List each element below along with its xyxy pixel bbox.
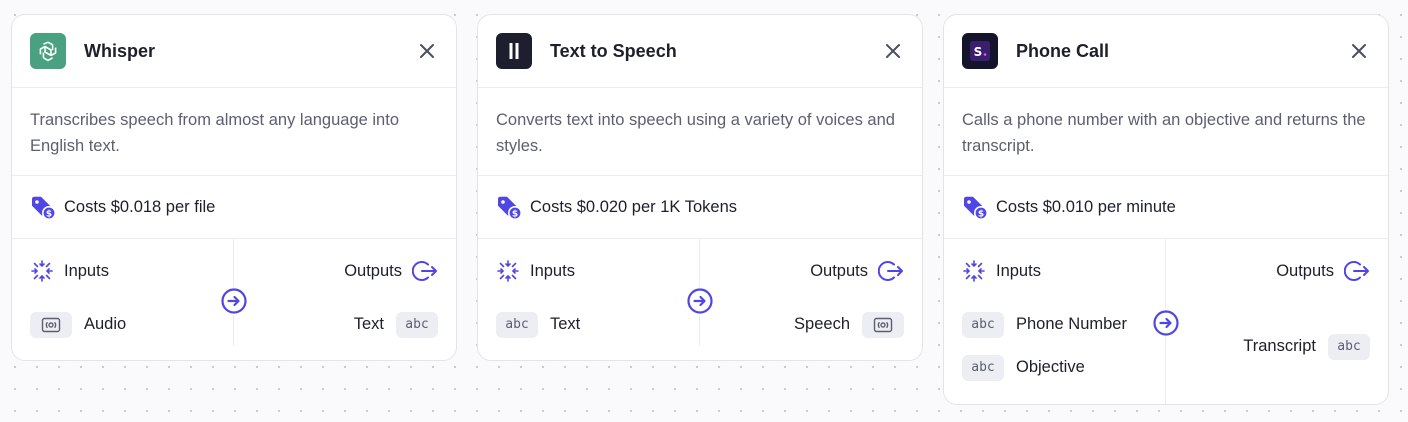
phone-app-logo-icon: S [962,33,998,69]
outputs-icon [878,261,903,281]
inputs-label: Inputs [530,261,575,280]
inputs-label: Inputs [64,261,109,280]
output-label: Text [353,315,384,333]
node-description: Transcribes speech from almost any langu… [12,88,456,176]
outputs-header: Outputs [810,239,904,303]
outputs-label: Outputs [1276,261,1334,280]
output-label: Speech [794,315,850,333]
outputs-icon [412,261,437,281]
text-type-chip: abc [962,311,1004,338]
node-card-whisper[interactable]: Whisper Transcribes speech from almost a… [11,14,457,361]
elevenlabs-logo-icon [496,33,532,69]
node-card-phone-call[interactable]: S Phone Call Calls a phone number with a… [943,14,1389,405]
io-section: Inputs abc Text Outputs Speech [478,239,922,346]
outputs-column: Outputs Text abc [234,239,456,346]
inputs-icon [31,260,53,282]
outputs-icon [1344,261,1369,281]
node-description: Converts text into speech using a variet… [478,88,922,176]
outputs-column: Outputs Transcript abc [1166,239,1388,404]
cost-text: Costs $0.010 per minute [996,197,1176,216]
outputs-header: Outputs [344,239,438,303]
inputs-column: Inputs abc Text [478,239,700,346]
input-label: Audio [84,315,127,333]
price-tag-icon: $ [964,196,988,220]
inputs-header: Inputs [496,239,681,303]
audio-type-icon [30,311,72,338]
price-tag-icon: $ [498,196,522,220]
cost-row: $ Costs $0.018 per file [12,176,456,239]
node-header: S Phone Call [944,15,1388,88]
inputs-header: Inputs [962,239,1147,303]
svg-text:$: $ [978,209,984,219]
price-tag-icon: $ [32,196,56,220]
cost-text: Costs $0.020 per 1K Tokens [530,197,737,216]
svg-text:$: $ [512,209,518,219]
cost-text: Costs $0.018 per file [64,197,216,216]
node-title: Phone Call [1016,40,1110,61]
input-item-audio[interactable]: Audio [30,303,215,346]
svg-text:S: S [974,45,983,59]
inputs-header: Inputs [30,239,215,303]
inputs-label: Inputs [996,261,1041,280]
text-type-chip: abc [396,311,438,338]
node-header: Whisper [12,15,456,88]
input-item-phone-number[interactable]: abc Phone Number [962,303,1147,346]
outputs-header: Outputs [1276,239,1370,303]
close-icon[interactable] [1348,40,1370,62]
audio-type-icon [862,311,904,338]
output-item-transcript[interactable]: Transcript abc [1243,325,1370,368]
output-label: Transcript [1243,337,1316,355]
node-title: Text to Speech [550,40,677,61]
outputs-label: Outputs [344,261,402,280]
openai-logo-icon [30,33,66,69]
close-icon[interactable] [416,40,438,62]
io-section: Inputs abc Phone Number abc Objective Ou… [944,239,1388,404]
input-label: Phone Number [1016,315,1127,333]
outputs-label: Outputs [810,261,868,280]
output-item-speech[interactable]: Speech [794,303,904,346]
flow-arrow-icon [686,287,714,315]
inputs-icon [963,260,985,282]
inputs-column: Inputs abc Phone Number abc Objective [944,239,1166,404]
flow-arrow-icon [1152,309,1180,337]
svg-text:$: $ [46,209,52,219]
flow-arrow-icon [220,287,248,315]
input-item-text[interactable]: abc Text [496,303,681,346]
input-label: Text [550,315,581,333]
text-type-chip: abc [496,311,538,338]
input-label: Objective [1016,358,1085,376]
node-card-text-to-speech[interactable]: Text to Speech Converts text into speech… [477,14,923,361]
cost-row: $ Costs $0.020 per 1K Tokens [478,176,922,239]
text-type-chip: abc [1328,333,1370,360]
output-item-text[interactable]: Text abc [354,303,438,346]
inputs-icon [497,260,519,282]
io-section: Inputs Audio Outputs Text abc [12,239,456,346]
node-title: Whisper [84,40,156,61]
node-description: Calls a phone number with an objective a… [944,88,1388,176]
close-icon[interactable] [882,40,904,62]
input-item-objective[interactable]: abc Objective [962,346,1147,389]
outputs-column: Outputs Speech [700,239,922,346]
text-type-chip: abc [962,354,1004,381]
node-header: Text to Speech [478,15,922,88]
inputs-column: Inputs Audio [12,239,234,346]
cost-row: $ Costs $0.010 per minute [944,176,1388,239]
